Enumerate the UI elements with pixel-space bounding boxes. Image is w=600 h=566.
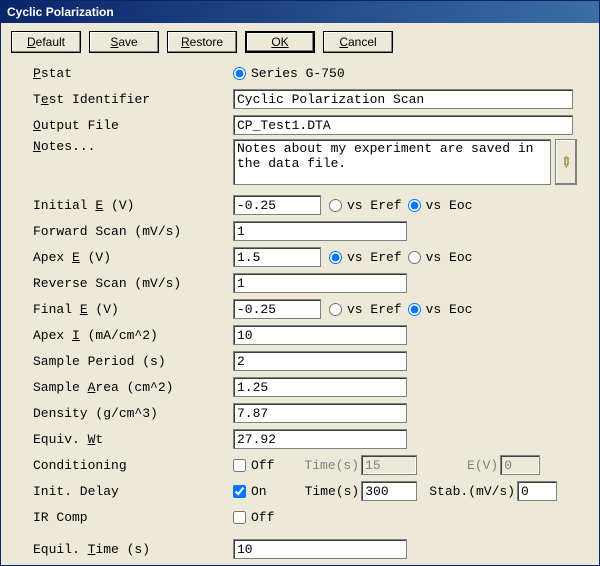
restore-button[interactable]: Restore [167,31,237,53]
row-final-e: Final E (V) vs Eref vs Eoc [11,297,589,321]
pstat-option-1[interactable]: Series G-750 [233,66,345,81]
init-delay-check[interactable]: On [233,484,267,499]
form: Pstat Series G-750 Test Identifier Outpu… [1,57,599,566]
label-equil-time: Equil. Time (s) [11,542,233,557]
row-density: Density (g/cm^3) [11,401,589,425]
label-notes: Notes... [11,139,233,154]
label-density: Density (g/cm^3) [11,406,233,421]
row-init-delay: Init. Delay On Time(s) Stab.(mV/s) [11,479,589,503]
apex-i-input[interactable] [233,325,407,345]
initdelay-stab-label: Stab.(mV/s) [429,484,515,499]
row-equil-time: Equil. Time (s) [11,537,589,561]
equil-time-input[interactable] [233,539,407,559]
final-e-vs-eref-radio[interactable] [329,303,342,316]
sample-area-input[interactable] [233,377,407,397]
label-forward-scan: Forward Scan (mV/s) [11,224,233,239]
pstat-radio-1[interactable] [233,67,246,80]
conditioning-check[interactable]: Off [233,458,274,473]
apex-e-vs-eref[interactable]: vs Eref [329,250,402,265]
row-reverse-scan: Reverse Scan (mV/s) [11,271,589,295]
row-conditioning: Conditioning Off Time(s) E(V) [11,453,589,477]
row-ir-comp: IR Comp Off [11,505,589,529]
label-equiv-wt: Equiv. Wt [11,432,233,447]
ir-comp-state: Off [251,510,274,525]
initdelay-time-input[interactable] [361,481,417,501]
titlebar: Cyclic Polarization [1,1,599,23]
label-pstat: Pstat [11,66,233,81]
btn-lbl: estore [190,35,223,49]
init-delay-checkbox[interactable] [233,485,246,498]
row-initial-e: Initial E (V) vs Eref vs Eoc [11,193,589,217]
apex-e-vs-eref-radio[interactable] [329,251,342,264]
btn-lbl: ancel [348,35,377,49]
notes-edit-button[interactable]: ✎ [555,139,577,185]
final-e-vs-eoc[interactable]: vs Eoc [408,302,473,317]
initial-e-vs-eoc-radio[interactable] [408,199,421,212]
apex-e-vs-eoc-radio[interactable] [408,251,421,264]
row-test-id: Test Identifier [11,87,589,111]
cond-ev-input [500,455,540,475]
cond-ev-label: E(V) [467,458,498,473]
initdelay-time-label: Time(s) [305,484,360,499]
sample-period-input[interactable] [233,351,407,371]
equiv-wt-input[interactable] [233,429,407,449]
initial-e-input[interactable] [233,195,321,215]
notes-textarea[interactable] [233,139,551,185]
initial-e-vs-eref-radio[interactable] [329,199,342,212]
cond-time-input [361,455,417,475]
window: Cyclic Polarization Default Save Restore… [0,0,600,566]
label-initial-e: Initial E (V) [11,198,233,213]
test-id-input[interactable] [233,89,573,109]
initdelay-stab-input[interactable] [517,481,557,501]
init-delay-state: On [251,484,267,499]
forward-scan-input[interactable] [233,221,407,241]
row-pstat: Pstat Series G-750 [11,61,589,85]
ir-comp-check[interactable]: Off [233,510,274,525]
cancel-button[interactable]: Cancel [323,31,393,53]
output-file-input[interactable] [233,115,573,135]
final-e-vs-eoc-radio[interactable] [408,303,421,316]
cond-time-label: Time(s) [304,458,359,473]
row-apex-e: Apex E (V) vs Eref vs Eoc [11,245,589,269]
conditioning-checkbox[interactable] [233,459,246,472]
row-notes: Notes... ✎ [11,139,589,185]
ok-button[interactable]: OK [245,31,315,53]
btn-lbl: ave [118,35,137,49]
pencil-icon: ✎ [556,152,576,172]
row-output-file: Output File [11,113,589,137]
label-sample-area: Sample Area (cm^2) [11,380,233,395]
conditioning-state: Off [251,458,274,473]
initial-e-vs-eoc[interactable]: vs Eoc [408,198,473,213]
btn-lbl: efault [36,35,65,49]
label-output-file: Output File [11,118,233,133]
density-input[interactable] [233,403,407,423]
ir-comp-checkbox[interactable] [233,511,246,524]
final-e-vs-eref[interactable]: vs Eref [329,302,402,317]
default-button[interactable]: Default [11,31,81,53]
label-init-delay: Init. Delay [11,484,233,499]
apex-e-input[interactable] [233,247,321,267]
pstat-option-1-label: Series G-750 [251,66,345,81]
label-conditioning: Conditioning [11,458,233,473]
label-test-id: Test Identifier [11,92,233,107]
row-apex-i: Apex I (mA/cm^2) [11,323,589,347]
row-sample-area: Sample Area (cm^2) [11,375,589,399]
label-reverse-scan: Reverse Scan (mV/s) [11,276,233,291]
row-forward-scan: Forward Scan (mV/s) [11,219,589,243]
label-sample-period: Sample Period (s) [11,354,233,369]
final-e-input[interactable] [233,299,321,319]
reverse-scan-input[interactable] [233,273,407,293]
row-sample-period: Sample Period (s) [11,349,589,373]
label-final-e: Final E (V) [11,302,233,317]
toolbar: Default Save Restore OK Cancel [1,23,599,57]
row-equiv-wt: Equiv. Wt [11,427,589,451]
save-button[interactable]: Save [89,31,159,53]
btn-lbl: OK [271,35,288,49]
label-ir-comp: IR Comp [11,510,233,525]
initial-e-vs-eref[interactable]: vs Eref [329,198,402,213]
label-apex-i: Apex I (mA/cm^2) [11,328,233,343]
apex-e-vs-eoc[interactable]: vs Eoc [408,250,473,265]
window-title: Cyclic Polarization [7,5,114,19]
label-apex-e: Apex E (V) [11,250,233,265]
